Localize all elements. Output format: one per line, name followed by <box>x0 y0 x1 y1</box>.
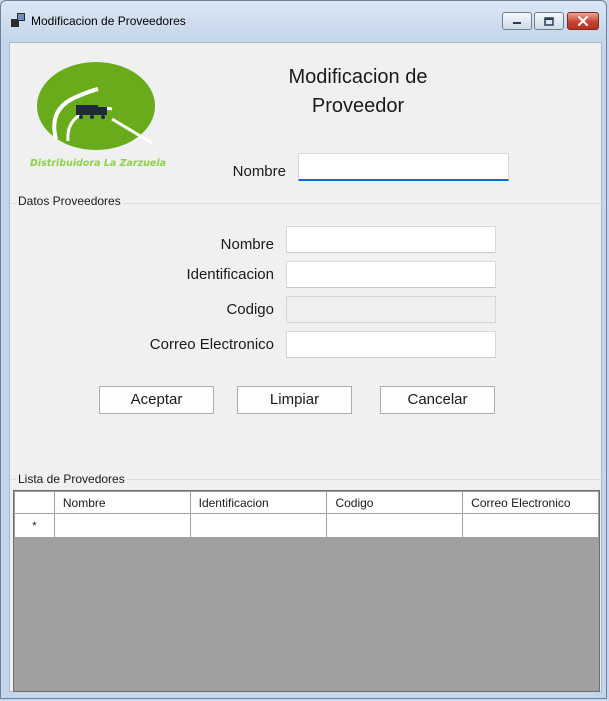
page-title-line2: Proveedor <box>311 95 405 117</box>
minimize-icon <box>513 22 521 24</box>
page-title: Modificacion de Proveedor <box>268 63 448 121</box>
new-row-cell-nombre[interactable] <box>53 513 191 538</box>
page-title-line1: Modificacion de <box>288 66 428 88</box>
search-name-field[interactable] <box>298 153 509 181</box>
field-nombre-label: Nombre <box>220 236 274 253</box>
correo-input[interactable] <box>287 332 495 357</box>
app-icon <box>11 13 25 27</box>
column-header-nombre[interactable]: Nombre <box>53 491 191 514</box>
column-header-codigo[interactable]: Codigo <box>326 491 464 514</box>
maximize-button[interactable] <box>534 12 564 30</box>
providers-grid[interactable]: Nombre Identificacion Codigo Correo Elec… <box>13 490 600 692</box>
nombre-input[interactable] <box>287 227 495 252</box>
field-correo-box[interactable] <box>286 331 496 358</box>
new-row-cell-codigo[interactable] <box>326 513 464 538</box>
logo-text: Distribuidora La Zarzuela <box>30 158 166 169</box>
table-row[interactable]: * <box>14 513 599 538</box>
maximize-icon <box>544 16 554 26</box>
field-identificacion-box[interactable] <box>286 261 496 288</box>
title-bar[interactable]: Modificacion de Proveedores <box>1 1 608 37</box>
field-identificacion-label: Identificacion <box>186 266 274 283</box>
datos-group-caption: Datos Proveedores <box>16 194 123 208</box>
main-window: Modificacion de Proveedores Distribuidor… <box>0 0 607 699</box>
search-name-label: Nombre <box>232 163 286 180</box>
column-header-identificacion[interactable]: Identificacion <box>189 491 328 514</box>
clear-button[interactable]: Limpiar <box>237 386 352 414</box>
window-title: Modificacion de Proveedores <box>31 14 186 28</box>
field-correo-label: Correo Electronico <box>149 336 274 353</box>
accept-button[interactable]: Aceptar <box>99 386 214 414</box>
new-row-marker: * <box>14 513 55 538</box>
close-button[interactable] <box>567 12 599 30</box>
new-row-cell-identificacion[interactable] <box>189 513 328 538</box>
cancel-button[interactable]: Cancelar <box>380 386 495 414</box>
field-codigo-box <box>286 296 496 323</box>
search-name-input[interactable] <box>299 154 508 179</box>
grid-header-row: Nombre Identificacion Codigo Correo Elec… <box>14 491 599 514</box>
grid-corner-cell <box>14 491 55 514</box>
company-logo: Distribuidora La Zarzuela <box>30 62 166 169</box>
close-icon <box>577 16 589 26</box>
field-nombre-box[interactable] <box>286 226 496 253</box>
field-codigo-label: Codigo <box>226 301 274 318</box>
column-header-correo[interactable]: Correo Electronico <box>462 491 599 514</box>
minimize-button[interactable] <box>502 12 532 30</box>
form-client-area: Distribuidora La Zarzuela Modificacion d… <box>9 42 603 692</box>
providers-table: Nombre Identificacion Codigo Correo Elec… <box>14 491 599 538</box>
codigo-input <box>287 297 495 322</box>
lista-group-caption: Lista de Provedores <box>16 472 127 486</box>
new-row-cell-correo[interactable] <box>462 513 599 538</box>
identificacion-input[interactable] <box>287 262 495 287</box>
